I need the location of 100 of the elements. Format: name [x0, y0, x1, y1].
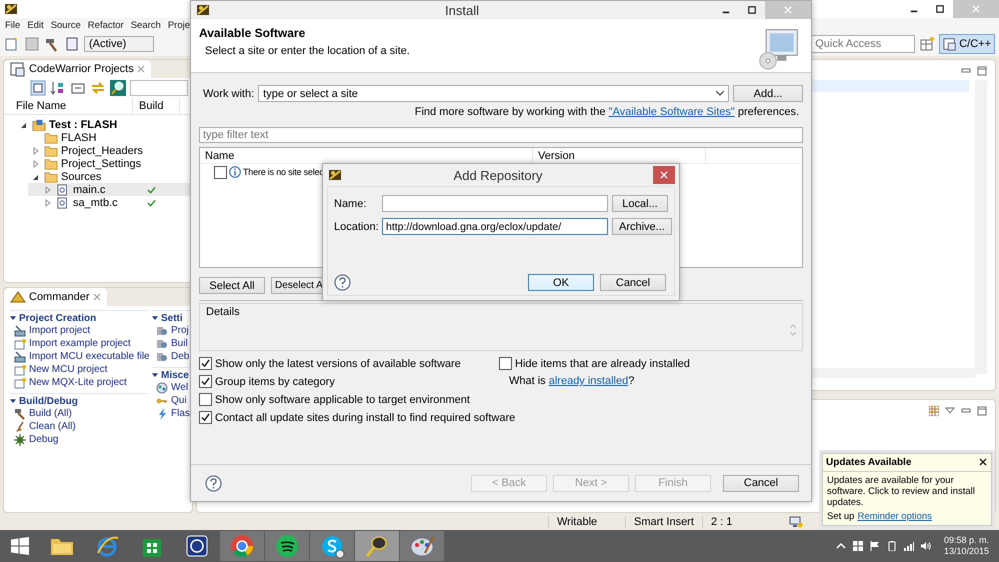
commander-link[interactable]: Debug — [29, 434, 58, 445]
dropdown-icon[interactable] — [945, 406, 955, 416]
sort-icon[interactable] — [50, 80, 66, 96]
commander-link[interactable]: New MQX-Lite project — [29, 377, 127, 388]
commander-link[interactable]: Import example project — [29, 338, 131, 349]
caret-down-icon[interactable] — [152, 373, 158, 378]
sites-link[interactable]: "Available Software Sites" — [608, 106, 735, 118]
column-header[interactable]: File Name — [4, 98, 133, 114]
maximize-icon[interactable] — [748, 6, 756, 14]
commander-link[interactable]: Import MCU executable file — [29, 351, 150, 362]
commander-link[interactable]: Buil — [171, 338, 188, 349]
installed-link[interactable]: already installed — [548, 375, 628, 387]
view-tab[interactable]: CodeWarrior Projects — [4, 60, 151, 78]
footer-button[interactable]: Cancel — [723, 474, 799, 492]
commander-link[interactable]: Import project — [29, 325, 90, 336]
commander-link[interactable]: New MCU project — [29, 364, 108, 375]
checkbox[interactable] — [199, 411, 212, 424]
windows-icon[interactable] — [852, 541, 863, 551]
menu-item[interactable]: Search — [130, 20, 161, 30]
hammer-icon[interactable] — [44, 36, 60, 52]
filter-field[interactable]: type filter text — [199, 127, 803, 143]
field-label: Location: — [334, 220, 378, 232]
clock[interactable]: 09:58 p. m. 13/10/2015 — [938, 535, 989, 557]
menu-item[interactable]: Source — [50, 20, 81, 30]
perspective-button[interactable]: C/C++ — [939, 34, 995, 54]
taskbar-app[interactable] — [355, 531, 399, 561]
section-title[interactable]: Setti — [161, 313, 183, 324]
collapsed-arrow-icon[interactable] — [31, 146, 41, 156]
commander-link[interactable]: Build (All) — [29, 408, 72, 419]
column-header[interactable]: Build — [133, 98, 180, 114]
help-icon[interactable] — [334, 274, 351, 291]
perspective-icon[interactable] — [943, 37, 958, 51]
filter-field[interactable] — [130, 80, 188, 96]
checkbox[interactable] — [199, 375, 212, 388]
caret-down-icon[interactable] — [152, 316, 158, 321]
caret-down-icon[interactable] — [10, 399, 16, 404]
tree-item[interactable]: sa_mtb.c — [28, 196, 192, 209]
commander-link[interactable]: Deb — [171, 351, 190, 362]
maximize-icon[interactable] — [936, 5, 944, 13]
flag-icon[interactable] — [870, 541, 880, 551]
clean-icon — [14, 420, 26, 432]
tree-item[interactable]: Test : FLASH — [4, 118, 192, 131]
commander-link[interactable]: Flas — [171, 408, 190, 419]
new-icon — [14, 364, 26, 376]
section-title[interactable]: Misce — [161, 370, 189, 381]
windows-logo-icon[interactable] — [11, 537, 29, 555]
section-title[interactable]: Build/Debug — [19, 396, 78, 407]
taskbar-app[interactable] — [220, 531, 264, 561]
site-combobox[interactable]: type or select a site — [258, 85, 729, 102]
help-icon — [184, 533, 210, 559]
caret-down-icon[interactable] — [10, 316, 16, 321]
file-icon[interactable] — [64, 36, 80, 52]
status-text: 2 : 1 — [702, 516, 769, 528]
checkbox[interactable] — [199, 357, 212, 370]
tree-item[interactable]: Sources — [16, 170, 192, 183]
list-button[interactable]: Select All — [199, 277, 265, 294]
dialog-button[interactable]: OK — [528, 274, 594, 291]
menu-item[interactable]: Proje — [168, 20, 190, 30]
commander-link[interactable]: Qui — [171, 395, 187, 406]
signal-icon[interactable] — [904, 541, 914, 551]
section-title[interactable]: Project Creation — [19, 313, 96, 324]
commander-link[interactable]: Proj — [171, 325, 189, 336]
tree-item[interactable]: main.c — [28, 183, 192, 196]
browse-button[interactable]: Archive... — [612, 218, 672, 235]
commander-link[interactable]: Clean (All) — [29, 421, 76, 432]
taskbar-app[interactable] — [310, 531, 354, 561]
config-selector[interactable]: (Active) — [84, 36, 154, 52]
speaker-icon[interactable] — [920, 541, 931, 551]
tree-item[interactable]: Project_Headers — [16, 144, 192, 157]
menu-item[interactable]: Edit — [27, 20, 44, 30]
save-icon[interactable] — [24, 36, 40, 52]
search-icon[interactable] — [110, 80, 126, 96]
view-tab[interactable]: Commander — [4, 288, 107, 306]
menu-item[interactable]: File — [5, 20, 20, 30]
option-label: Group items by category — [215, 376, 335, 388]
collapsed-arrow-icon[interactable] — [43, 198, 53, 208]
battery-icon[interactable] — [886, 541, 897, 551]
app-icon — [327, 167, 343, 183]
browse-button[interactable]: Local... — [612, 195, 668, 212]
collapse-icon[interactable] — [30, 80, 46, 96]
checkbox[interactable] — [499, 357, 512, 370]
reminder-link[interactable]: Reminder options — [857, 511, 932, 522]
tree-item[interactable]: FLASH — [16, 131, 192, 144]
chevron-up-icon[interactable] — [836, 541, 846, 551]
checkbox[interactable] — [199, 393, 212, 406]
text-field[interactable]: http://download.gna.org/eclox/update/ — [382, 218, 608, 235]
table-icon[interactable] — [929, 406, 939, 416]
text-field[interactable] — [382, 195, 608, 212]
checkbox[interactable] — [214, 166, 227, 178]
open-perspective-icon[interactable] — [919, 36, 936, 52]
help-icon[interactable] — [205, 474, 222, 492]
quick-access-field[interactable]: Quick Access — [811, 35, 916, 53]
menu-item[interactable]: Refactor — [88, 20, 124, 30]
dialog-button[interactable]: Cancel — [600, 274, 666, 291]
taskbar-app[interactable] — [265, 531, 309, 561]
tree-item[interactable]: Project_Settings — [16, 157, 192, 170]
add-button[interactable]: Add... — [733, 85, 803, 102]
commander-link[interactable]: Wel — [171, 382, 188, 393]
monitor-icon[interactable] — [789, 516, 803, 528]
new-file-icon[interactable] — [4, 36, 20, 52]
